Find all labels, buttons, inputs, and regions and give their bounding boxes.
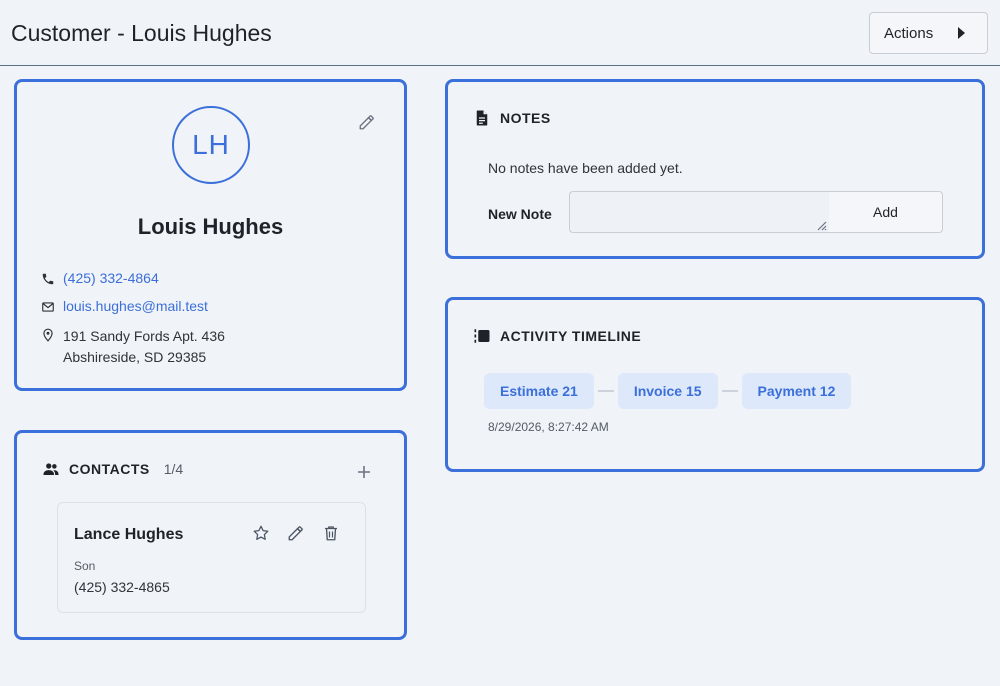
new-note-label: New Note bbox=[488, 206, 552, 222]
contacts-card: CONTACTS 1/4 Lance Hughes Son (425) 332-… bbox=[14, 430, 407, 640]
caret-right-icon bbox=[958, 27, 965, 39]
contact-actions bbox=[252, 524, 340, 542]
contacts-count: 1/4 bbox=[163, 461, 184, 477]
customer-name: Louis Hughes bbox=[137, 214, 284, 239]
contacts-header: CONTACTS 1/4 bbox=[42, 460, 183, 478]
resize-grip-icon[interactable] bbox=[815, 219, 827, 231]
timeline-chip-invoice[interactable]: Invoice 15 bbox=[617, 373, 718, 409]
timeline-icon bbox=[474, 329, 490, 343]
phone-icon bbox=[42, 273, 54, 285]
pencil-icon[interactable] bbox=[358, 113, 376, 131]
contact-card: Lance Hughes Son (425) 332-4865 bbox=[57, 502, 366, 613]
location-pin-icon bbox=[43, 328, 53, 342]
page-header: Customer - Louis Hughes Actions bbox=[0, 0, 1000, 66]
profile-card: LH Louis Hughes (425) 332-4864 louis.hug… bbox=[14, 79, 407, 391]
address-line-1: 191 Sandy Fords Apt. 436 bbox=[63, 328, 225, 344]
avatar-initials: LH bbox=[192, 129, 230, 160]
timeline-chips: Estimate 21 Invoice 15 Payment 12 bbox=[484, 373, 852, 409]
notes-card: NOTES No notes have been added yet. New … bbox=[445, 79, 985, 259]
star-icon[interactable] bbox=[252, 524, 270, 542]
document-icon bbox=[476, 110, 488, 126]
address: 191 Sandy Fords Apt. 436 Abshireside, SD… bbox=[63, 326, 225, 368]
contact-name: Lance Hughes bbox=[74, 526, 184, 543]
no-notes-text: No notes have been added yet. bbox=[488, 160, 683, 176]
timeline-chip-estimate[interactable]: Estimate 21 bbox=[484, 373, 594, 409]
page-title: Customer - Louis Hughes bbox=[11, 20, 272, 46]
add-note-button[interactable]: Add bbox=[829, 191, 943, 233]
mail-icon bbox=[42, 302, 54, 312]
people-icon bbox=[43, 463, 59, 475]
contact-phone: (425) 332-4865 bbox=[74, 579, 170, 595]
notes-header: NOTES bbox=[473, 109, 551, 127]
actions-button-label: Actions bbox=[884, 24, 934, 42]
contact-relation: Son bbox=[74, 559, 96, 573]
add-contact-button[interactable] bbox=[357, 461, 371, 483]
address-line-2: Abshireside, SD 29385 bbox=[63, 349, 207, 365]
avatar: LH bbox=[172, 106, 250, 184]
email-link[interactable]: louis.hughes@mail.test bbox=[63, 298, 208, 314]
phone-row: (425) 332-4864 bbox=[41, 270, 159, 286]
phone-link[interactable]: (425) 332-4864 bbox=[63, 270, 159, 286]
activity-timeline-card: ACTIVITY TIMELINE Estimate 21 Invoice 15… bbox=[445, 297, 985, 472]
address-row: 191 Sandy Fords Apt. 436 Abshireside, SD… bbox=[41, 326, 225, 368]
timeline-connector bbox=[597, 390, 614, 392]
timeline-title: ACTIVITY TIMELINE bbox=[500, 328, 642, 344]
timeline-chip-payment[interactable]: Payment 12 bbox=[741, 373, 852, 409]
contacts-title: CONTACTS bbox=[69, 461, 150, 477]
actions-button[interactable]: Actions bbox=[869, 12, 988, 54]
timeline-timestamp: 8/29/2026, 8:27:42 AM bbox=[488, 420, 609, 434]
timeline-header: ACTIVITY TIMELINE bbox=[473, 327, 641, 345]
plus-icon bbox=[358, 466, 370, 478]
notes-title: NOTES bbox=[500, 110, 551, 126]
new-note-input[interactable] bbox=[569, 191, 831, 233]
email-row: louis.hughes@mail.test bbox=[41, 298, 208, 314]
timeline-connector bbox=[721, 390, 738, 392]
pencil-icon[interactable] bbox=[287, 524, 305, 542]
trash-icon[interactable] bbox=[322, 524, 340, 542]
